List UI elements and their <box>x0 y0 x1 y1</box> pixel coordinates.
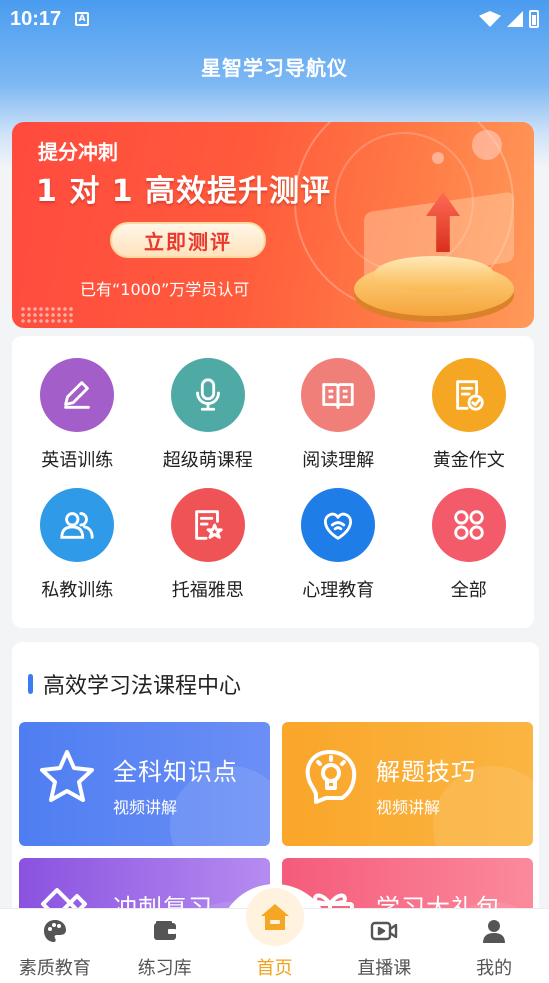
assessment-button[interactable]: 立即测评 <box>110 222 266 258</box>
microphone-icon <box>170 358 245 432</box>
banner-tag: 提分冲刺 <box>38 140 118 164</box>
tab-mine[interactable]: 我的 <box>439 909 549 983</box>
course-tile-all-subjects[interactable]: 全科知识点 视频讲解 <box>19 722 270 846</box>
category-grid: 英语训练 超级萌课程 阅读理解 黄金作文 私教训练 托福雅思 心理教育 全部 <box>12 358 534 602</box>
signal-icon <box>507 11 523 27</box>
star-icon <box>40 750 94 802</box>
banner-headline: 1 对 1 高效提升测评 <box>36 174 332 209</box>
document-check-icon <box>431 358 506 432</box>
tab-live-class[interactable]: 直播课 <box>329 909 439 983</box>
tab-label: 我的 <box>476 958 513 979</box>
heart-icon <box>301 488 376 562</box>
section-header: 高效学习法课程中心 <box>28 668 241 700</box>
category-label: 超级萌课程 <box>162 450 253 471</box>
book-icon <box>301 358 376 432</box>
tab-label: 首页 <box>256 958 293 979</box>
users-icon <box>40 488 115 562</box>
category-label: 托福雅思 <box>171 580 244 601</box>
tab-label: 练习库 <box>137 958 192 979</box>
category-super-course[interactable]: 超级萌课程 <box>143 358 274 472</box>
category-psychology[interactable]: 心理教育 <box>273 488 404 602</box>
category-grid-card: 英语训练 超级萌课程 阅读理解 黄金作文 私教训练 托福雅思 心理教育 全部 <box>12 336 534 628</box>
banner-dots-pattern <box>20 306 74 324</box>
wallet-icon <box>151 917 179 945</box>
category-label: 心理教育 <box>302 580 375 601</box>
status-time: 10:17 <box>10 7 62 30</box>
battery-icon <box>529 10 539 28</box>
document-star-icon <box>170 488 245 562</box>
tile-title: 解题技巧 <box>376 758 476 786</box>
category-english-training[interactable]: 英语训练 <box>12 358 143 472</box>
tab-quality-education[interactable]: 素质教育 <box>0 909 110 983</box>
promo-banner[interactable]: 提分冲刺 1 对 1 高效提升测评 立即测评 已有“1000”万学员认可 <box>12 122 534 328</box>
wifi-icon <box>479 11 501 27</box>
notification-icon: A <box>75 12 90 26</box>
section-title: 高效学习法课程中心 <box>43 674 242 699</box>
course-center-card: 高效学习法课程中心 全科知识点 视频讲解 解题技巧 视频讲解 冲刺复习 学习大礼… <box>12 642 539 922</box>
tile-subtitle: 视频讲解 <box>113 798 178 817</box>
category-reading[interactable]: 阅读理解 <box>273 358 404 472</box>
category-private-tutor[interactable]: 私教训练 <box>12 488 143 602</box>
video-icon <box>370 917 398 945</box>
category-label: 全部 <box>450 580 487 601</box>
category-essay[interactable]: 黄金作文 <box>404 358 535 472</box>
category-label: 私教训练 <box>41 580 114 601</box>
category-toefl-ielts[interactable]: 托福雅思 <box>143 488 274 602</box>
growth-chart-illustration <box>354 191 524 322</box>
tab-label: 素质教育 <box>18 958 91 979</box>
category-all[interactable]: 全部 <box>404 488 535 602</box>
category-label: 阅读理解 <box>302 450 375 471</box>
course-tile-problem-solving[interactable]: 解题技巧 视频讲解 <box>282 722 533 846</box>
status-bar: 10:17 A <box>0 0 549 38</box>
lightbulb-icon <box>305 750 357 804</box>
tile-subtitle: 视频讲解 <box>376 798 441 817</box>
grid-icon <box>431 488 506 562</box>
category-label: 黄金作文 <box>432 450 505 471</box>
page-title: 星智学习导航仪 <box>201 56 348 80</box>
banner-subtitle: 已有“1000”万学员认可 <box>80 280 250 299</box>
status-indicators <box>479 10 539 28</box>
section-accent-bar <box>28 674 33 694</box>
home-icon[interactable] <box>246 888 304 946</box>
category-label: 英语训练 <box>41 450 114 471</box>
tile-title: 全科知识点 <box>113 758 238 786</box>
tab-label: 直播课 <box>357 958 412 979</box>
pencil-icon <box>40 358 115 432</box>
person-icon <box>480 917 508 945</box>
banner-decoration <box>472 130 502 160</box>
banner-decoration <box>432 152 444 164</box>
tab-practice-library[interactable]: 练习库 <box>110 909 220 983</box>
palette-icon <box>41 917 69 945</box>
